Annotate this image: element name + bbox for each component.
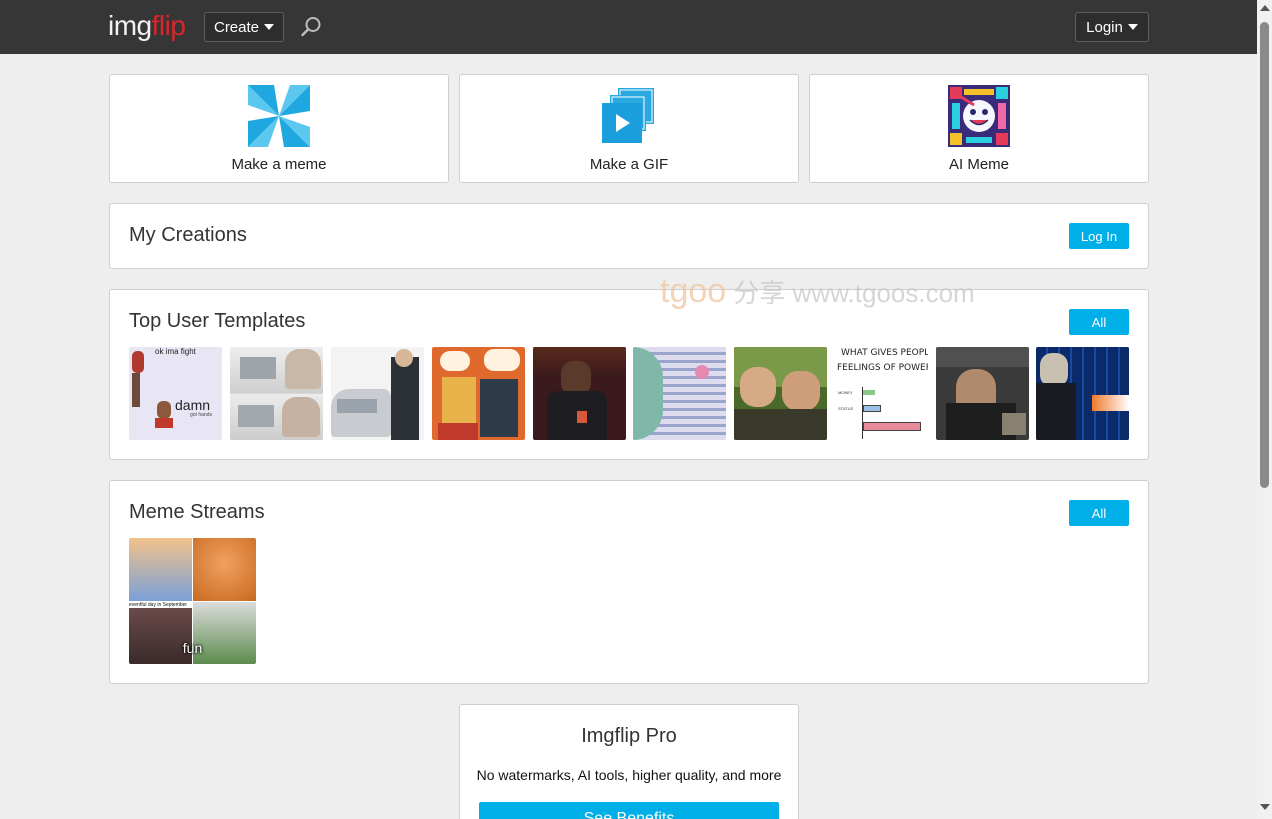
template-image-part: [395, 349, 413, 367]
template-image-part: [577, 411, 587, 423]
template-image-part: [936, 347, 1029, 367]
ai-meme-tile[interactable]: AI Meme: [809, 74, 1149, 183]
template-label-status: STATUS: [838, 406, 854, 411]
login-label: Login: [1086, 18, 1123, 36]
log-in-button[interactable]: Log In: [1069, 223, 1129, 249]
see-benefits-button[interactable]: See Benefits: [479, 802, 779, 819]
template-image-part: [480, 379, 518, 437]
scrollbar-thumb[interactable]: [1260, 22, 1269, 488]
template-image-part: [740, 367, 776, 407]
template-image-part: [285, 349, 321, 389]
template-image-part: [391, 357, 419, 440]
fighter-figure: [157, 401, 171, 419]
scroll-up-arrow-icon[interactable]: [1260, 5, 1270, 11]
stream-thumbnail-fun[interactable]: eventful day in September fun: [129, 538, 256, 664]
meme-streams-panel: Meme Streams All eventful day in Septemb…: [109, 480, 1149, 684]
imgflip-pro-panel: Imgflip Pro No watermarks, AI tools, hig…: [459, 704, 799, 819]
chart-bar: [863, 405, 881, 412]
watermark-overlay: tgoo 分享 www.tgoos.com: [660, 272, 975, 311]
create-label: Create: [213, 18, 260, 36]
template-image-part: [240, 357, 276, 379]
template-image-part: [331, 389, 391, 437]
watermark-part-1: tgoo: [660, 272, 727, 310]
chevron-down-icon: [1127, 24, 1138, 30]
scroll-down-arrow-icon[interactable]: [1260, 804, 1270, 810]
chart-bar: [863, 422, 921, 431]
template-image-part: [282, 397, 320, 437]
template-thumbnail[interactable]: [936, 347, 1029, 440]
chevron-down-icon: [264, 24, 275, 30]
top-navbar: imgflip Create Login: [0, 0, 1257, 54]
template-image-part: [1036, 383, 1076, 440]
make-meme-tile[interactable]: Make a meme: [109, 74, 449, 183]
logo-part-img: img: [108, 10, 152, 41]
fighter-figure: [155, 418, 173, 428]
template-thumbnail[interactable]: [331, 347, 424, 440]
my-creations-title: My Creations: [129, 224, 247, 246]
template-label-money: MONEY: [838, 390, 853, 395]
template-image-part: [1040, 353, 1068, 387]
login-dropdown-button[interactable]: Login: [1075, 12, 1149, 42]
template-image-part: [438, 423, 478, 440]
stream-caption: fun: [182, 640, 203, 656]
template-thumbnail[interactable]: ok ima fight damn got hands: [129, 347, 222, 440]
template-image-part: [734, 409, 827, 440]
stream-image-part: [193, 538, 256, 601]
ai-meme-label: AI Meme: [948, 156, 1009, 173]
top-user-templates-title: Top User Templates: [129, 310, 306, 332]
gif-stack-icon: [602, 88, 654, 143]
make-gif-label: Make a GIF: [589, 156, 669, 173]
template-image-part: [1092, 395, 1129, 411]
template-image-part: [1002, 413, 1026, 435]
template-thumbnail[interactable]: [633, 347, 726, 440]
template-thumbnail[interactable]: [734, 347, 827, 440]
ai-face-icon: [948, 85, 1010, 147]
fighter-figure: [132, 351, 144, 373]
templates-all-button[interactable]: All: [1069, 309, 1129, 335]
template-thumbnail[interactable]: [230, 347, 323, 440]
template-caption-top: WHAT GIVES PEOPLE: [841, 348, 928, 358]
create-dropdown-button[interactable]: Create: [204, 12, 284, 42]
meme-streams-title: Meme Streams: [129, 501, 265, 523]
template-thumbnail[interactable]: WHAT GIVES PEOPLE FEELINGS OF POWER MONE…: [835, 347, 928, 440]
template-caption-bottom: FEELINGS OF POWER: [837, 363, 928, 373]
pro-title: Imgflip Pro: [581, 725, 677, 747]
template-image-part: [440, 351, 470, 371]
template-caption-top: ok ima fight: [155, 347, 196, 356]
template-thumbnail[interactable]: [432, 347, 525, 440]
pinwheel-icon: [248, 85, 310, 147]
template-image-part: [238, 405, 274, 427]
pro-description: No watermarks, AI tools, higher quality,…: [476, 767, 782, 783]
template-image-part: [695, 365, 709, 379]
streams-all-button[interactable]: All: [1069, 500, 1129, 526]
stream-image-part: [129, 538, 192, 601]
template-thumbnail[interactable]: [1036, 347, 1129, 440]
watermark-part-2: 分享 www.tgoos.com: [733, 278, 975, 308]
template-image-part: [484, 349, 520, 371]
template-caption-small: got hands: [190, 412, 212, 418]
template-thumbnail[interactable]: [533, 347, 626, 440]
make-gif-tile[interactable]: Make a GIF: [459, 74, 799, 183]
top-user-templates-panel: Top User Templates All ok ima fight damn…: [109, 289, 1149, 460]
template-image-part: [561, 361, 591, 395]
template-image-part: [782, 371, 820, 411]
search-icon[interactable]: [300, 16, 322, 38]
fighter-figure: [132, 373, 140, 407]
make-meme-label: Make a meme: [231, 156, 327, 173]
logo-part-flip: flip: [151, 10, 186, 41]
template-caption-bottom: damn: [175, 397, 211, 413]
template-image-part: [337, 399, 377, 413]
chart-bar: [863, 390, 875, 395]
imgflip-logo[interactable]: imgflip: [108, 10, 186, 42]
my-creations-panel: My Creations Log In: [109, 203, 1149, 269]
stream-tiny-text: eventful day in September: [129, 602, 188, 608]
